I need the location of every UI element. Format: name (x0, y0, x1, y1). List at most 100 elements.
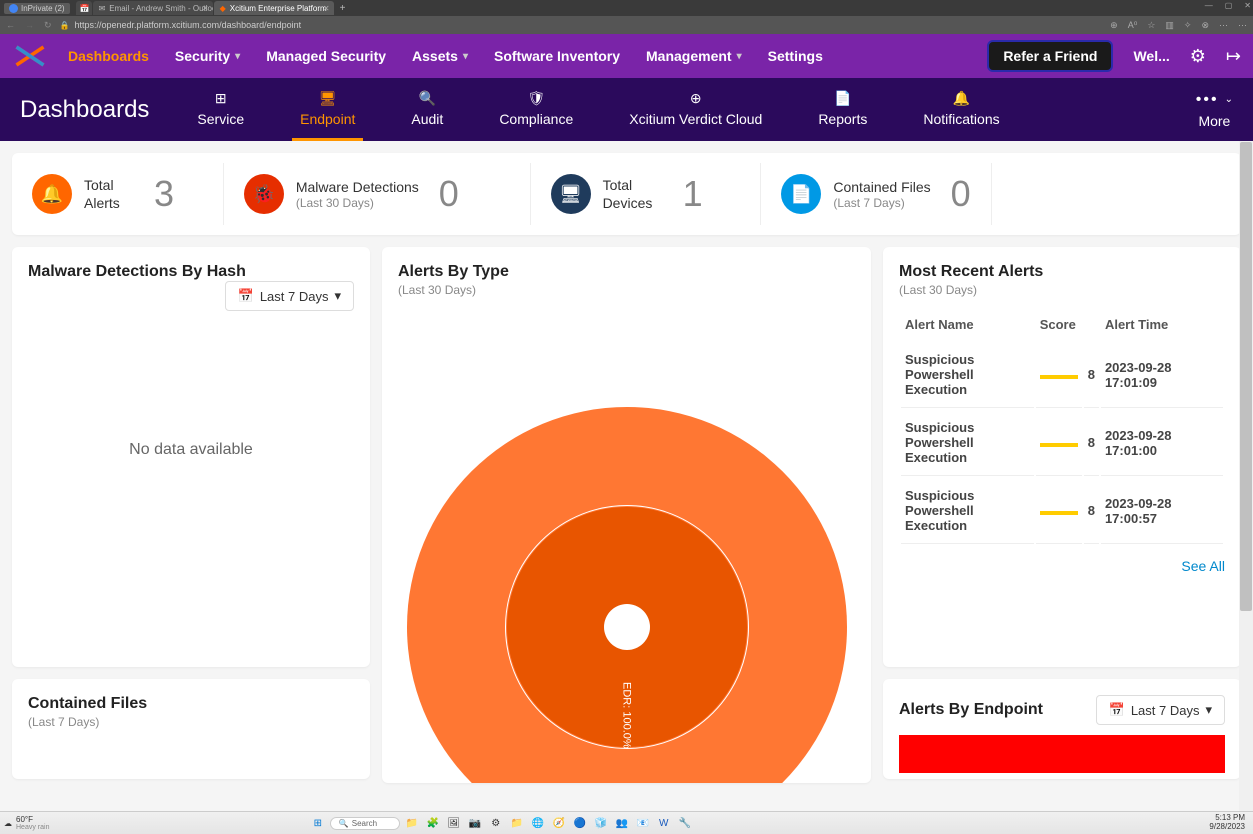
stat-value: 3 (154, 173, 174, 215)
see-all-link[interactable]: See All (899, 558, 1225, 574)
browser-toolbar: ← → ↻ 🔒 https://openedr.platform.xcitium… (0, 16, 1253, 34)
taskbar-outlook-icon[interactable]: 📧 (634, 814, 652, 832)
inprivate-label: InPrivate (2) (21, 4, 65, 13)
refer-friend-button[interactable]: Refer a Friend (987, 40, 1113, 72)
timerange-dropdown[interactable]: 📅 Last 7 Days ▾ (1096, 695, 1225, 725)
dropdown-label: Last 7 Days (260, 289, 329, 304)
tab-label: Notifications (923, 111, 999, 127)
taskbar-clock[interactable]: 5:13 PM 9/28/2023 (1209, 814, 1249, 832)
audit-icon: 🔍 (417, 89, 437, 107)
stat-contained-files: 📄 Contained Files (Last 7 Days) 0 (761, 163, 992, 225)
taskbar-chrome-icon[interactable]: 🔵 (571, 814, 589, 832)
taskbar-app-icon[interactable]: 📁 (403, 814, 421, 832)
timerange-dropdown[interactable]: 📅 Last 7 Days ▾ (225, 281, 354, 311)
browser-tab-xcitium[interactable]: ◆ Xcitium Enterprise Platform ✕ (214, 1, 334, 15)
welcome-text[interactable]: Wel... (1133, 48, 1169, 64)
score-bar-icon (1040, 443, 1078, 447)
nav-assets[interactable]: Assets▾ (412, 48, 468, 64)
tab-verdict-cloud[interactable]: ⊕ Xcitium Verdict Cloud (621, 78, 770, 141)
taskbar-app-icon[interactable]: 🧩 (424, 814, 442, 832)
col-alert-name[interactable]: Alert Name (901, 309, 1034, 340)
taskbar-teams-icon[interactable]: 👥 (613, 814, 631, 832)
tab-audit[interactable]: 🔍 Audit (403, 78, 451, 141)
taskbar-app-icon[interactable]: 📷 (466, 814, 484, 832)
close-icon[interactable]: ✕ (202, 4, 209, 13)
endpoint-bar-chart (899, 735, 1225, 773)
tab-reports[interactable]: 📄 Reports (810, 78, 875, 141)
date: 9/28/2023 (1209, 823, 1245, 832)
tab-endpoint[interactable]: 🖥 Endpoint (292, 78, 363, 141)
minimize-button[interactable]: — (1205, 1, 1213, 10)
forward-button[interactable]: → (25, 20, 34, 31)
taskbar-search[interactable]: 🔍 Search (330, 817, 400, 830)
browser-tabs: 📅 ✉ Email - Andrew Smith - Outlook ✕ ◆ X… (76, 1, 351, 15)
scrollbar-thumb[interactable] (1240, 142, 1252, 611)
nav-dashboards[interactable]: Dashboards (68, 48, 149, 64)
taskbar-word-icon[interactable]: W (655, 814, 673, 832)
extensions-icon[interactable]: ⋯ (1219, 20, 1228, 31)
tab-title: Xcitium Enterprise Platform (230, 4, 327, 13)
new-tab-button[interactable]: + (335, 3, 351, 14)
taskbar-weather[interactable]: ☁ 60°F Heavy rain (4, 815, 49, 831)
browser-tab[interactable]: 📅 (76, 1, 92, 15)
chevron-down-icon: ▾ (463, 51, 468, 62)
endpoint-icon: 🖥 (318, 89, 338, 107)
start-button[interactable]: ⊞ (309, 814, 327, 832)
table-row[interactable]: Suspicious Powershell Execution 8 2023-0… (901, 478, 1223, 544)
alert-name-cell: Suspicious Powershell Execution (901, 410, 1034, 476)
favorite-icon[interactable]: ☆ (1147, 20, 1155, 31)
taskbar-app-icon[interactable]: 🔧 (676, 814, 694, 832)
monitor-icon: 🖥 (551, 174, 591, 214)
tab-notifications[interactable]: 🔔 Notifications (915, 78, 1007, 141)
vertical-scrollbar[interactable] (1239, 141, 1253, 811)
browser-titlebar: InPrivate (2) 📅 ✉ Email - Andrew Smith -… (0, 0, 1253, 16)
nav-managed-security[interactable]: Managed Security (266, 48, 386, 64)
tab-service[interactable]: ⊞ Service (189, 78, 252, 141)
tab-more[interactable]: •••⌄ More (1196, 91, 1233, 129)
nav-management[interactable]: Management▾ (646, 48, 742, 64)
nav-settings[interactable]: Settings (768, 48, 823, 64)
col-alert-time[interactable]: Alert Time (1101, 309, 1223, 340)
stat-total-devices: 🖥 Total Devices 1 (531, 163, 762, 225)
tab-label: Service (197, 111, 244, 127)
taskbar-edge-icon[interactable]: 🌐 (529, 814, 547, 832)
calendar-icon: 📅 (1109, 702, 1125, 718)
weather-icon: ☁ (4, 819, 12, 828)
stat-label: Contained Files (833, 178, 930, 196)
tab-label: Endpoint (300, 111, 355, 127)
zoom-icon[interactable]: ⊕ (1110, 20, 1118, 31)
url-bar[interactable]: 🔒 https://openedr.platform.xcitium.com/d… (60, 20, 1103, 30)
logout-icon[interactable]: ↦ (1226, 46, 1241, 67)
read-aloud-icon[interactable]: A⁰ (1128, 20, 1138, 31)
close-icon[interactable]: ✕ (323, 4, 330, 13)
maximize-button[interactable]: ▢ (1225, 1, 1233, 10)
back-button[interactable]: ← (6, 20, 15, 31)
stat-sublabel: (Last 30 Days) (296, 196, 419, 210)
browser-tab-outlook[interactable]: ✉ Email - Andrew Smith - Outlook ✕ (93, 1, 213, 15)
col-score[interactable]: Score (1036, 309, 1099, 340)
menu-icon[interactable]: ⋯ (1238, 20, 1247, 31)
collections-icon[interactable]: ✧ (1184, 20, 1192, 31)
sync-icon[interactable]: ⊗ (1201, 20, 1209, 31)
nav-label: Management (646, 48, 732, 64)
nav-security[interactable]: Security▾ (175, 48, 240, 64)
taskbar-app-icon[interactable]: 🖼 (445, 814, 463, 832)
table-row[interactable]: Suspicious Powershell Execution 8 2023-0… (901, 342, 1223, 408)
xcitium-logo-icon[interactable] (12, 42, 48, 70)
no-data-message: No data available (28, 441, 354, 459)
taskbar-app-icon[interactable]: ⚙ (487, 814, 505, 832)
score-bar-icon (1040, 375, 1078, 379)
panel-subtitle: (Last 30 Days) (398, 283, 855, 297)
taskbar-app-icon[interactable]: 🧭 (550, 814, 568, 832)
close-button[interactable]: ✕ (1244, 1, 1251, 10)
panel-alerts-by-type: Alerts By Type (Last 30 Days) EDR: 100.0… (382, 247, 871, 783)
taskbar-app-icon[interactable]: 🧊 (592, 814, 610, 832)
gear-icon[interactable]: ⚙ (1190, 46, 1206, 67)
calendar-icon: 📅 (238, 288, 254, 304)
nav-software-inventory[interactable]: Software Inventory (494, 48, 620, 64)
tab-compliance[interactable]: 🛡 Compliance (491, 78, 581, 141)
table-row[interactable]: Suspicious Powershell Execution 8 2023-0… (901, 410, 1223, 476)
taskbar-app-icon[interactable]: 📁 (508, 814, 526, 832)
refresh-button[interactable]: ↻ (44, 20, 52, 31)
split-icon[interactable]: ▥ (1165, 20, 1174, 31)
